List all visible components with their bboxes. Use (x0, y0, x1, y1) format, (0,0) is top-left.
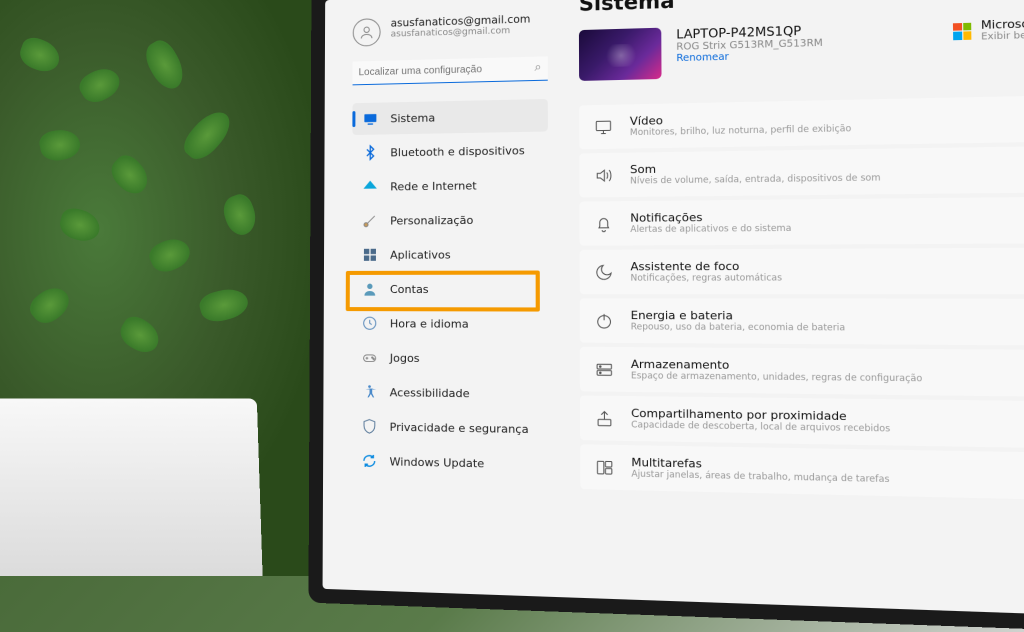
apps-icon (362, 247, 378, 263)
moon-icon (594, 263, 613, 282)
setting-desc: Alertas de aplicativos e do sistema (630, 224, 791, 236)
sidebar-item-label: Bluetooth e dispositivos (390, 144, 525, 159)
sidebar-item-label: Sistema (390, 111, 435, 125)
setting-item-share[interactable]: Compartilhamento por proximidadeCapacida… (580, 395, 1024, 448)
nav-list: Sistema Bluetooth e dispositivos Rede e In… (351, 99, 548, 481)
ms365-sub: Exibir benefícios (981, 30, 1024, 43)
wifi-icon (362, 179, 378, 195)
setting-title: Energia e bateria (631, 309, 846, 323)
brush-icon (362, 213, 378, 229)
setting-item-storage[interactable]: ArmazenamentoEspaço de armazenamento, un… (580, 347, 1024, 397)
sidebar-item-brush[interactable]: Personalização (352, 203, 548, 237)
sidebar: asusfanaticos@gmail.com asusfanaticos@gm… (323, 0, 560, 597)
setting-item-sound[interactable]: SomNíveis de volume, saída, entrada, dis… (579, 146, 1024, 198)
sidebar-item-bluetooth[interactable]: Bluetooth e dispositivos (352, 134, 548, 169)
setting-item-moon[interactable]: Assistente de focoNotificações, regras a… (580, 248, 1024, 295)
sidebar-item-label: Acessibilidade (390, 386, 470, 400)
setting-desc: Espaço de armazenamento, unidades, regra… (631, 371, 922, 384)
person-icon (362, 281, 378, 297)
sidebar-item-apps[interactable]: Aplicativos (352, 238, 548, 271)
gamepad-icon (362, 349, 378, 365)
page-title: Sistema (579, 0, 1024, 16)
device-row: LAPTOP-P42MS1QP ROG Strix G513RM_G513RM … (579, 16, 1024, 81)
sidebar-item-shield[interactable]: Privacidade e segurança (351, 410, 548, 446)
sidebar-item-accessibility[interactable]: Acessibilidade (351, 376, 548, 411)
sound-icon (594, 166, 613, 185)
clock-icon (362, 315, 378, 331)
plant-decoration (0, 0, 330, 576)
sidebar-item-label: Windows Update (390, 455, 485, 470)
avatar-icon (353, 18, 381, 47)
microsoft-365-tile[interactable]: Microsoft 365 Exibir benefícios (953, 16, 1024, 44)
sidebar-item-label: Jogos (390, 351, 420, 364)
setting-desc: Repouso, uso da bateria, economia de bat… (631, 322, 846, 333)
laptop-device: asusfanaticos@gmail.com asusfanaticos@gm… (308, 0, 1024, 632)
setting-item-monitor[interactable]: VídeoMonitores, brilho, luz noturna, per… (579, 95, 1024, 149)
sidebar-item-wifi[interactable]: Rede e Internet (352, 168, 548, 203)
plant-pot (0, 399, 263, 576)
main-content: Sistema LAPTOP-P42MS1QP ROG Strix G513RM… (558, 0, 1024, 616)
sidebar-item-label: Hora e idioma (390, 317, 469, 331)
sidebar-item-clock[interactable]: Hora e idioma (352, 307, 549, 340)
setting-desc: Notificações, regras automáticas (630, 273, 782, 284)
search-icon: ⌕ (535, 60, 542, 75)
setting-title: Notificações (630, 210, 791, 225)
sidebar-item-label: Aplicativos (390, 248, 451, 261)
search-input[interactable] (353, 56, 548, 85)
ms365-title: Microsoft 365 (981, 16, 1024, 32)
setting-title: Assistente de foco (630, 259, 782, 273)
sidebar-item-update[interactable]: Windows Update (351, 444, 548, 481)
system-icon (362, 111, 378, 127)
sidebar-item-gamepad[interactable]: Jogos (351, 341, 548, 375)
monitor-icon (594, 118, 613, 137)
sidebar-item-label: Personalização (390, 213, 473, 227)
update-icon (361, 453, 377, 470)
sidebar-item-label: Rede e Internet (390, 179, 476, 193)
sidebar-item-label: Privacidade e segurança (390, 420, 529, 436)
storage-icon (595, 360, 614, 379)
microsoft-logo-icon (953, 22, 971, 39)
setting-desc: Níveis de volume, saída, entrada, dispos… (630, 173, 881, 187)
sidebar-item-person[interactable]: Contas (352, 273, 548, 306)
bell-icon (594, 214, 613, 233)
account-row[interactable]: asusfanaticos@gmail.com asusfanaticos@gm… (353, 13, 548, 47)
power-icon (595, 311, 614, 330)
sidebar-item-label: Contas (390, 282, 429, 295)
accessibility-icon (361, 384, 377, 400)
multitask-icon (595, 458, 614, 477)
setting-item-multitask[interactable]: MultitarefasAjustar janelas, áreas de tr… (580, 444, 1024, 500)
device-thumbnail (579, 28, 662, 81)
setting-item-bell[interactable]: NotificaçõesAlertas de aplicativos e do … (579, 197, 1024, 246)
sidebar-item-system[interactable]: Sistema (352, 99, 548, 135)
settings-window: asusfanaticos@gmail.com asusfanaticos@gm… (323, 0, 1024, 616)
shield-icon (361, 418, 377, 434)
setting-item-power[interactable]: Energia e bateriaRepouso, uso da bateria… (580, 298, 1024, 345)
share-icon (595, 409, 614, 428)
settings-list: VídeoMonitores, brilho, luz noturna, per… (579, 95, 1024, 500)
bluetooth-icon (362, 145, 378, 161)
search-box[interactable]: ⌕ (353, 55, 548, 85)
